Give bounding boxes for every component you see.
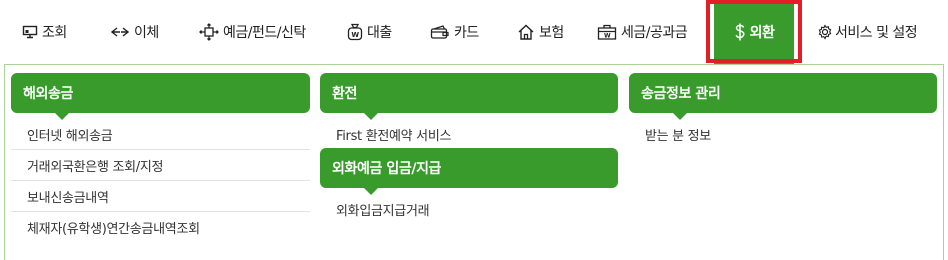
foreign-exchange-dropdown: 해외송금 인터넷 해외송금 거래외국환은행 조회/지정 보내신송금내역 체재자(… <box>4 64 944 260</box>
nav-tax[interactable]: W 세금/공과금 <box>597 0 688 64</box>
nav-card[interactable]: 카드 <box>430 0 479 64</box>
svg-text:W: W <box>351 31 359 39</box>
nav-inquiry[interactable]: 조회 <box>22 0 67 64</box>
menu-item-first-exchange-reservation[interactable]: First 환전예약 서비스 <box>320 119 618 150</box>
dollar-icon <box>734 23 746 41</box>
house-shield-icon <box>517 24 535 40</box>
menu-column-remittance: 해외송금 인터넷 해외송금 거래외국환은행 조회/지정 보내신송금내역 체재자(… <box>11 73 310 243</box>
nav-service-settings[interactable]: 서비스 및 설정 <box>817 0 918 64</box>
menu-item-fx-deposit-withdraw-transaction[interactable]: 외화입금지급거래 <box>320 194 618 225</box>
nav-transfer[interactable]: 이체 <box>110 0 159 64</box>
nav-deposit-fund-trust[interactable]: 예금/펀드/신탁 <box>199 0 306 64</box>
nav-label: 외환 <box>749 25 775 41</box>
loan-bag-icon: W <box>347 23 363 41</box>
menu-item-recipient-info[interactable]: 받는 분 정보 <box>629 119 937 150</box>
menu-item-resident-annual-remittance[interactable]: 체재자(유학생)연간송금내역조회 <box>11 212 310 243</box>
section-items: 외화입금지급거래 <box>320 194 618 225</box>
nav-insurance[interactable]: 보험 <box>517 0 564 64</box>
section-title: 외화예금 입금/지급 <box>332 161 442 177</box>
menu-column-remittance-info: 송금정보 관리 받는 분 정보 <box>629 73 937 150</box>
section-title: 송금정보 관리 <box>641 86 721 102</box>
nav-label: 이체 <box>134 25 159 41</box>
card-wallet-icon <box>430 25 450 39</box>
nav-foreign-exchange[interactable]: 외환 <box>714 0 794 64</box>
nav-label: 조회 <box>42 25 67 41</box>
section-header-overseas-remittance[interactable]: 해외송금 <box>11 73 310 120</box>
gear-icon <box>817 24 833 40</box>
move-arrows-icon <box>199 23 219 41</box>
monitor-icon <box>22 25 38 39</box>
nav-label: 세금/공과금 <box>621 25 688 41</box>
menu-item-internet-remittance[interactable]: 인터넷 해외송금 <box>11 119 310 150</box>
nav-loan[interactable]: W 대출 <box>347 0 392 64</box>
tax-briefcase-icon: W <box>597 24 617 40</box>
nav-label: 대출 <box>367 25 392 41</box>
svg-text:W: W <box>604 33 611 40</box>
section-header-fx-deposit-withdraw[interactable]: 외화예금 입금/지급 <box>320 148 618 195</box>
nav-label: 카드 <box>454 25 479 41</box>
menu-item-sent-remittance-history[interactable]: 보내신송금내역 <box>11 181 310 212</box>
section-header-currency-exchange[interactable]: 환전 <box>320 73 618 120</box>
nav-label: 예금/펀드/신탁 <box>223 25 306 41</box>
section-title: 해외송금 <box>23 86 73 102</box>
top-navigation: 조회 이체 예금/펀드/신탁 W 대출 카드 보험 W 세금/공과금 외환 서비… <box>0 0 948 64</box>
nav-label: 서비스 및 설정 <box>835 25 918 41</box>
menu-column-exchange: 환전 First 환전예약 서비스 외화예금 입금/지급 외화입금지급거래 <box>320 73 618 225</box>
section-items: 받는 분 정보 <box>629 119 937 150</box>
section-items: First 환전예약 서비스 <box>320 119 618 150</box>
section-title: 환전 <box>332 86 357 102</box>
section-header-remittance-info[interactable]: 송금정보 관리 <box>629 73 937 120</box>
section-items: 인터넷 해외송금 거래외국환은행 조회/지정 보내신송금내역 체재자(유학생)연… <box>11 119 310 243</box>
nav-label: 보험 <box>539 25 564 41</box>
transfer-arrows-icon <box>110 26 130 38</box>
menu-item-fx-bank-inquiry[interactable]: 거래외국환은행 조회/지정 <box>11 150 310 181</box>
